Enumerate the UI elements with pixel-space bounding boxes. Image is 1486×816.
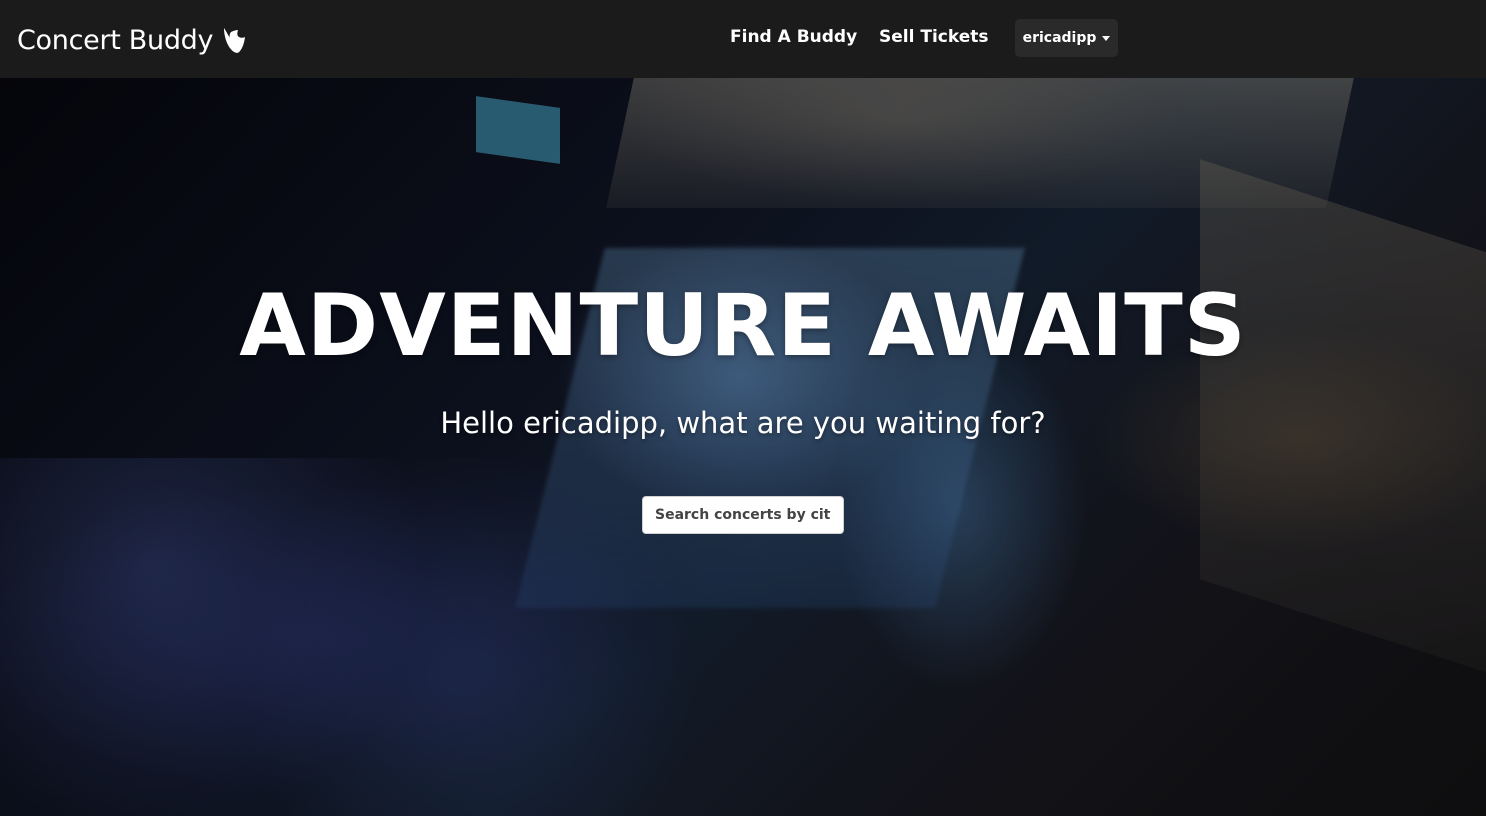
nav-find-a-buddy[interactable]: Find A Buddy <box>730 27 857 47</box>
hero-section: ADVENTURE AWAITS Hello ericadipp, what a… <box>0 78 1486 816</box>
brand-name: Concert Buddy <box>17 25 214 56</box>
hero-headline: ADVENTURE AWAITS <box>239 276 1247 376</box>
navbar: Concert Buddy Find A Buddy Sell Tickets … <box>0 0 1486 78</box>
user-dropdown-button[interactable]: ericadipp <box>1015 19 1118 57</box>
city-search-input[interactable] <box>642 496 844 534</box>
hero-greeting: Hello ericadipp, what are you waiting fo… <box>440 406 1046 440</box>
caret-down-icon <box>1102 35 1111 41</box>
nav-sell-tickets[interactable]: Sell Tickets <box>879 27 988 47</box>
brand-link[interactable]: Concert Buddy <box>17 25 247 56</box>
typo3-logo-icon <box>224 27 246 53</box>
hero-overlay <box>0 78 1486 816</box>
user-name: ericadipp <box>1022 30 1097 46</box>
